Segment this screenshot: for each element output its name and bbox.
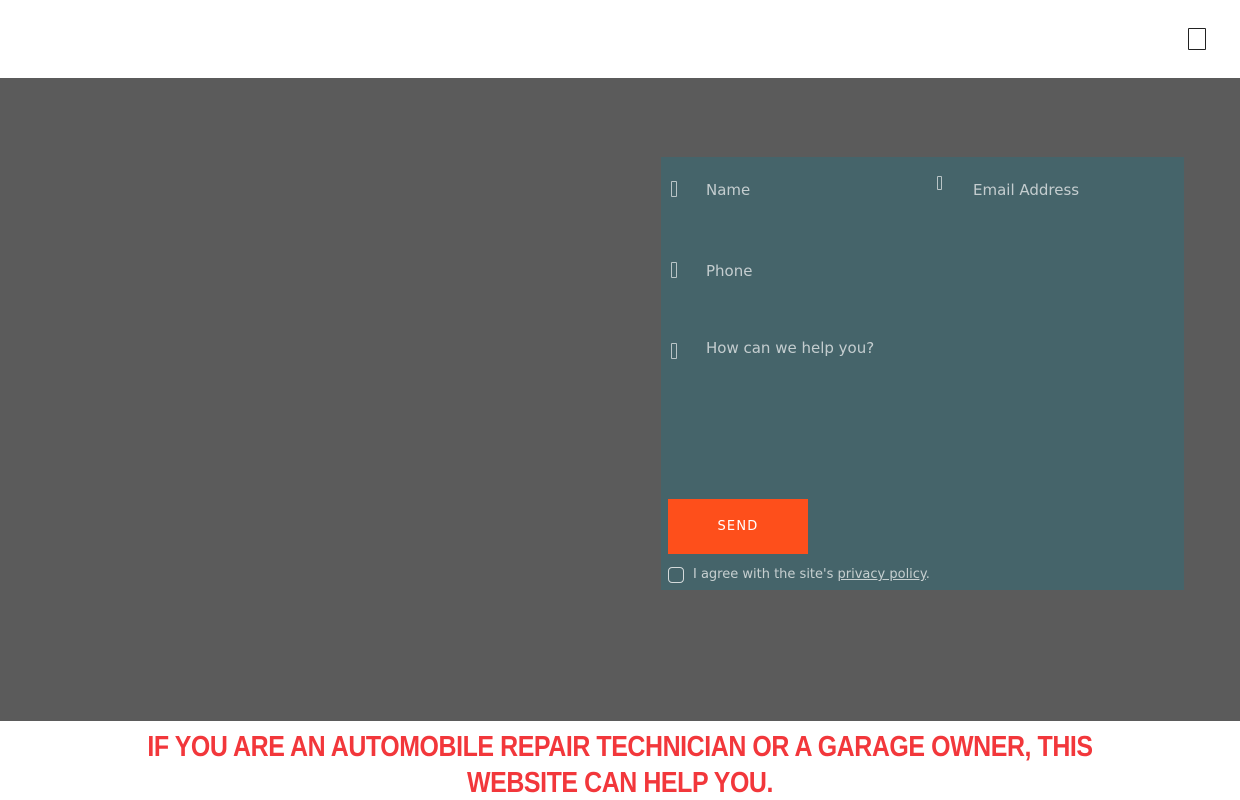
- phone-icon: [671, 262, 677, 278]
- headline-section: IF YOU ARE AN AUTOMOBILE REPAIR TECHNICI…: [0, 721, 1240, 800]
- consent-suffix: .: [925, 567, 930, 582]
- name-field: [663, 165, 925, 205]
- consent-prefix: I agree with the site's: [693, 567, 838, 582]
- user-icon: [671, 181, 677, 197]
- privacy-checkbox[interactable]: [668, 567, 684, 583]
- privacy-policy-link[interactable]: privacy policy: [838, 567, 926, 582]
- phone-field: [663, 246, 925, 286]
- name-input[interactable]: [706, 177, 921, 203]
- menu-toggle-icon[interactable]: [1188, 28, 1206, 50]
- message-textarea[interactable]: [706, 339, 1166, 479]
- email-field: [932, 165, 1182, 205]
- page-headline: IF YOU ARE AN AUTOMOBILE REPAIR TECHNICI…: [147, 731, 1093, 799]
- message-field: [663, 327, 1178, 487]
- comment-icon: [671, 343, 677, 359]
- site-header: [0, 0, 1240, 78]
- phone-input[interactable]: [706, 258, 921, 284]
- send-button[interactable]: SEND: [668, 499, 808, 554]
- consent-label: I agree with the site's privacy policy.: [693, 567, 930, 582]
- envelope-icon: [937, 176, 942, 190]
- email-input[interactable]: [973, 177, 1173, 203]
